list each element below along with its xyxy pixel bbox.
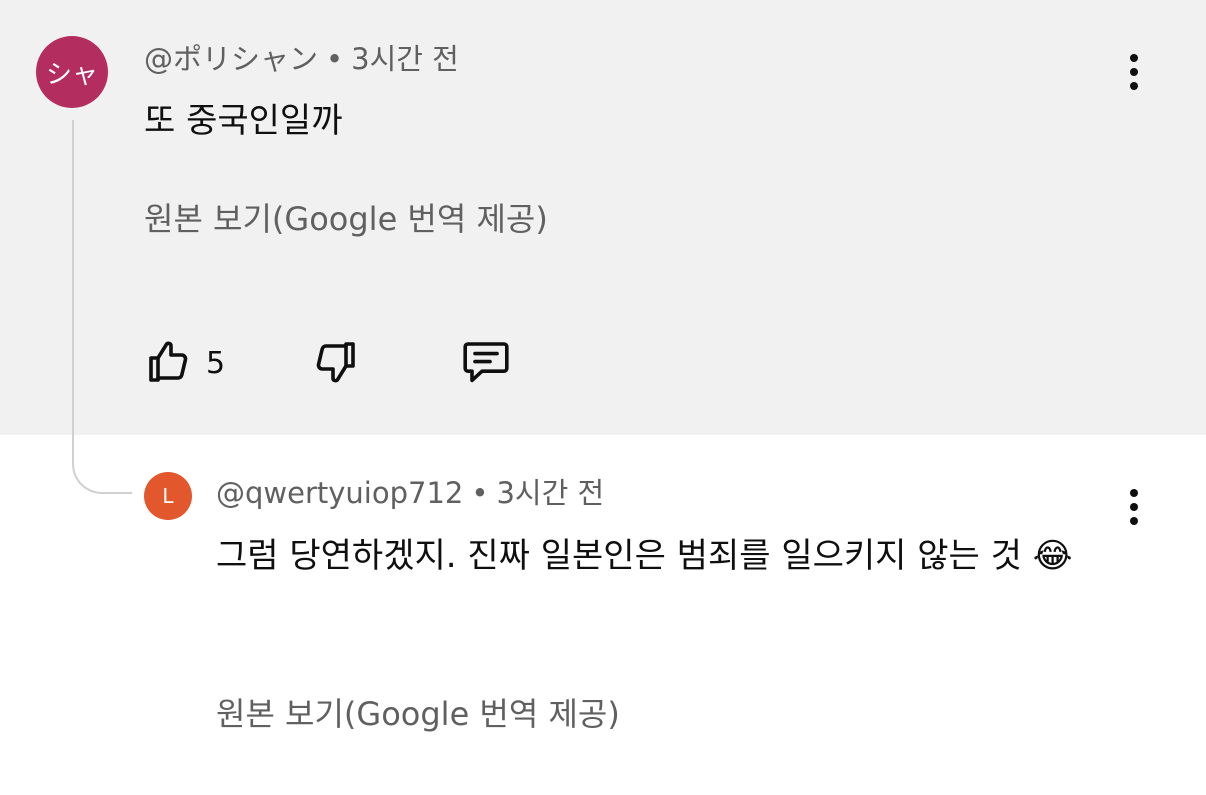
comment-text: 또 중국인일까 <box>144 101 343 141</box>
like-count: 5 <box>206 346 226 381</box>
reply-text: 그럼 당연하겠지. 진짜 일본인은 범죄를 일으키지 않는 것 😂 <box>216 536 1073 576</box>
reply-meta: @qwertyuiop712 • 3시간 전 <box>216 479 604 508</box>
thread-connector-line <box>72 120 132 494</box>
comment-meta: @ポリシャン • 3시간 전 <box>144 45 459 74</box>
more-options-button[interactable] <box>1114 40 1154 104</box>
avatar-text: シャ <box>45 59 98 90</box>
highlighted-comment: シャ @ポリシャン • 3시간 전 또 중국인일까 원본 보기(Google 번역 … <box>0 0 1206 435</box>
see-original-link[interactable]: 원본 보기(Google 번역 제공) <box>144 203 548 235</box>
reply-time[interactable]: 3시간 전 <box>496 476 604 510</box>
author-name[interactable]: @ポリシャン <box>144 42 318 76</box>
thumbs-down-icon <box>312 338 360 390</box>
comments-page: シャ @ポリシャン • 3시간 전 또 중국인일까 원본 보기(Google 번역 … <box>0 0 1206 795</box>
dislike-button[interactable] <box>312 338 360 390</box>
more-vert-icon <box>1130 489 1138 497</box>
like-button[interactable]: 5 <box>144 338 225 390</box>
thumbs-up-icon <box>144 338 192 390</box>
author-avatar[interactable]: シャ <box>36 36 108 108</box>
meta-separator: • <box>471 476 489 510</box>
reply-see-original-link[interactable]: 원본 보기(Google 번역 제공) <box>216 698 620 730</box>
reply-author-avatar[interactable]: L <box>144 472 192 520</box>
comment-time[interactable]: 3시간 전 <box>351 42 459 76</box>
avatar-text: L <box>162 484 174 508</box>
meta-separator: • <box>326 42 344 76</box>
reply-author-name[interactable]: @qwertyuiop712 <box>216 476 463 510</box>
reply-icon <box>460 338 512 390</box>
reply-button[interactable] <box>460 338 512 390</box>
reply-more-options-button[interactable] <box>1114 475 1154 539</box>
more-vert-icon <box>1130 54 1138 62</box>
